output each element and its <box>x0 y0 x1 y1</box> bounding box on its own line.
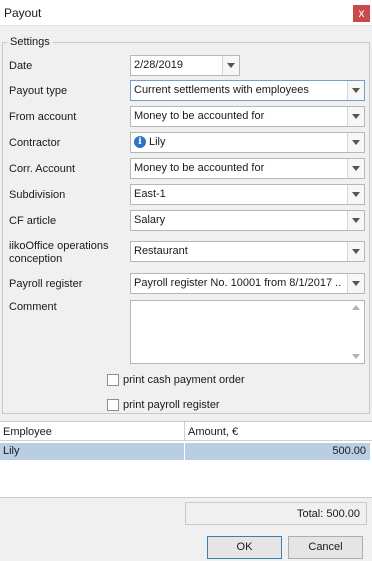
date-dropdown-button[interactable] <box>222 56 239 75</box>
column-divider <box>184 443 185 460</box>
print-payroll-register-label: print payroll register <box>123 399 220 411</box>
employee-column-header[interactable]: Employee <box>3 426 52 438</box>
from-account-label: From account <box>9 111 77 123</box>
cancel-button[interactable]: Cancel <box>288 536 363 559</box>
close-icon: x <box>358 6 365 20</box>
operations-conception-label-line1: iikoOffice operations <box>9 240 109 252</box>
corr-account-value: Money to be accounted for <box>134 162 265 174</box>
window-title: Payout <box>4 6 42 20</box>
cf-article-select[interactable]: Salary <box>130 210 365 231</box>
subdivision-value: East-1 <box>134 188 166 200</box>
payroll-register-dropdown-button[interactable] <box>347 274 364 293</box>
payout-type-dropdown-button[interactable] <box>347 81 364 100</box>
scroll-down-icon[interactable] <box>352 354 360 359</box>
table-row[interactable]: Lily 500.00 <box>0 443 370 460</box>
from-account-dropdown-button[interactable] <box>347 107 364 126</box>
total-value: Total: 500.00 <box>297 508 360 520</box>
column-divider <box>184 422 185 441</box>
title-bar: Payout x <box>0 0 372 26</box>
info-icon[interactable]: i <box>134 136 146 148</box>
corr-account-label: Corr. Account <box>9 163 76 175</box>
grid-header: Employee Amount, € <box>0 422 372 441</box>
employee-cell: Lily <box>3 445 20 457</box>
operations-conception-dropdown-button[interactable] <box>347 242 364 261</box>
corr-account-select[interactable]: Money to be accounted for <box>130 158 365 179</box>
employee-grid: Employee Amount, € Lily 500.00 <box>0 421 372 498</box>
contractor-value: Lily <box>149 136 166 148</box>
ok-button[interactable]: OK <box>207 536 282 559</box>
payroll-register-label: Payroll register <box>9 278 83 290</box>
payout-type-value: Current settlements with employees <box>134 84 309 96</box>
operations-conception-select[interactable]: Restaurant <box>130 241 365 262</box>
subdivision-select[interactable]: East-1 <box>130 184 365 205</box>
print-cash-payment-order-label: print cash payment order <box>123 374 245 386</box>
operations-conception-value: Restaurant <box>134 245 188 257</box>
scroll-up-icon[interactable] <box>352 305 360 310</box>
amount-cell: 500.00 <box>332 445 366 457</box>
comment-textarea[interactable] <box>130 300 365 364</box>
subdivision-dropdown-button[interactable] <box>347 185 364 204</box>
print-cash-payment-order-checkbox[interactable] <box>107 374 119 386</box>
operations-conception-label-line2: conception <box>9 253 63 265</box>
amount-column-header[interactable]: Amount, € <box>188 426 238 438</box>
close-button[interactable]: x <box>353 5 370 22</box>
date-picker[interactable]: 2/28/2019 <box>130 55 240 76</box>
date-value: 2/28/2019 <box>134 59 183 71</box>
settings-group-title: Settings <box>7 36 53 48</box>
payroll-register-value: Payroll register No. 10001 from 8/1/2017… <box>134 277 342 289</box>
cf-article-dropdown-button[interactable] <box>347 211 364 230</box>
comment-label: Comment <box>9 301 57 313</box>
contractor-dropdown-button[interactable] <box>347 133 364 152</box>
corr-account-dropdown-button[interactable] <box>347 159 364 178</box>
cf-article-label: CF article <box>9 215 57 227</box>
from-account-select[interactable]: Money to be accounted for <box>130 106 365 127</box>
contractor-select[interactable]: i Lily <box>130 132 365 153</box>
payout-type-select[interactable]: Current settlements with employees <box>130 80 365 101</box>
print-payroll-register-checkbox[interactable] <box>107 399 119 411</box>
date-label: Date <box>9 60 33 72</box>
payroll-register-select[interactable]: Payroll register No. 10001 from 8/1/2017… <box>130 273 365 294</box>
total-summary: Total: 500.00 <box>185 502 367 525</box>
payout-type-label: Payout type <box>9 85 68 97</box>
contractor-label: Contractor <box>9 137 61 149</box>
from-account-value: Money to be accounted for <box>134 110 265 122</box>
subdivision-label: Subdivision <box>9 189 66 201</box>
cf-article-value: Salary <box>134 214 166 226</box>
